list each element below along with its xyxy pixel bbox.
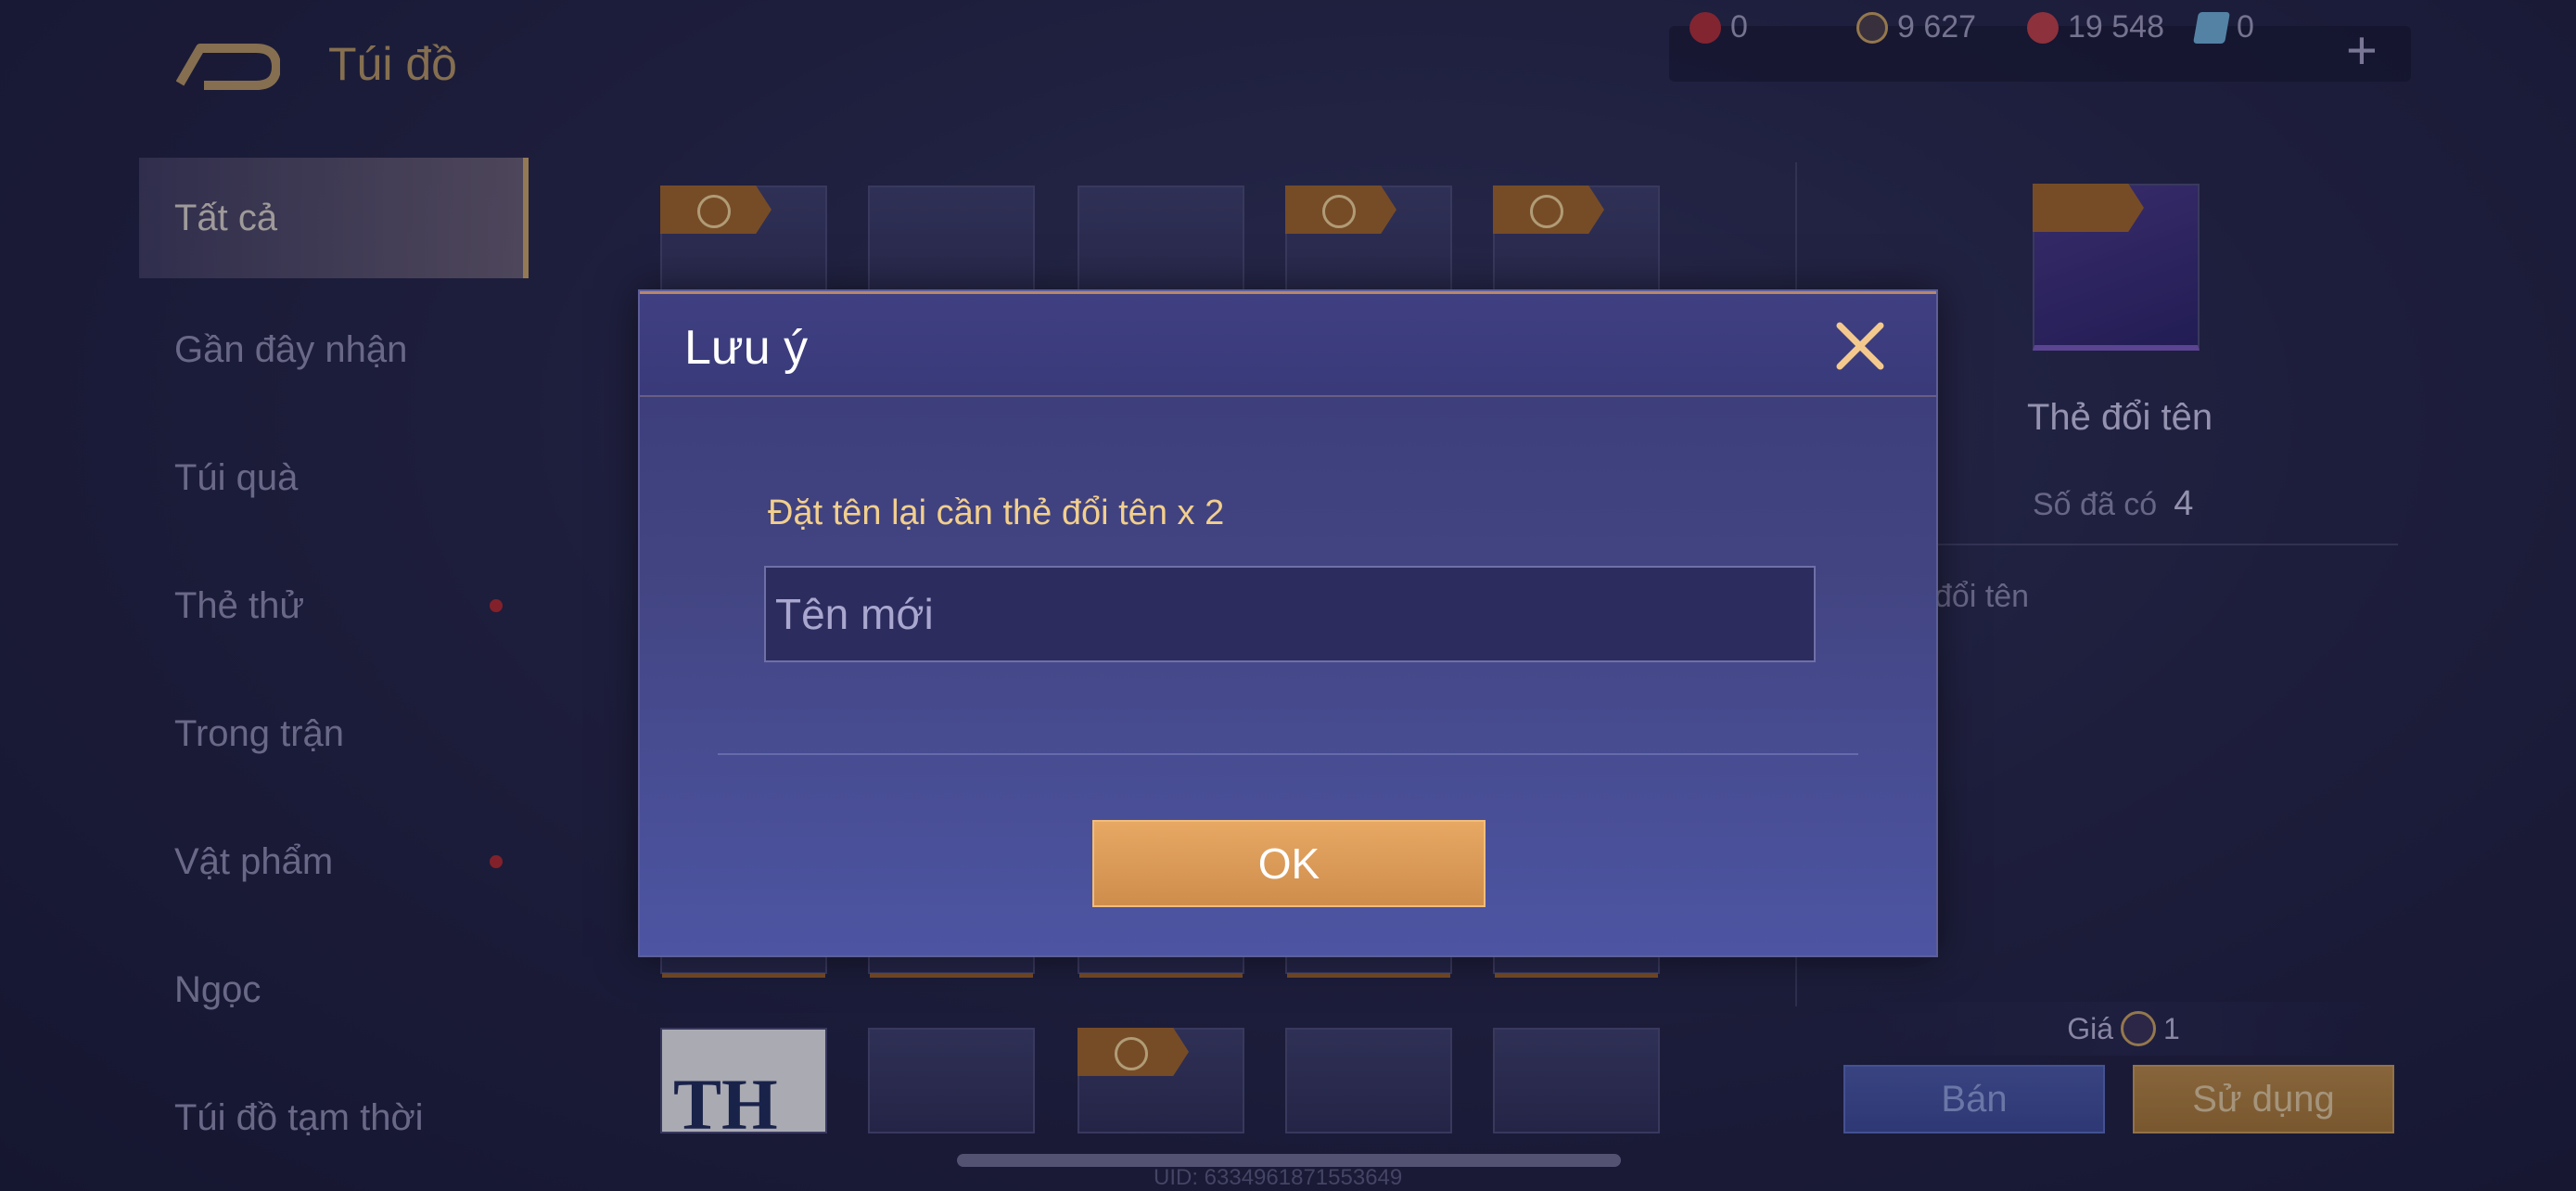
ok-button[interactable]: OK	[1092, 820, 1486, 907]
rename-cost-hint: Đặt tên lại cần thẻ đổi tên x 2	[768, 493, 1225, 532]
rename-dialog: Lưu ý Đặt tên lại cần thẻ đổi tên x 2 OK	[638, 289, 1938, 957]
dialog-divider	[718, 753, 1858, 755]
dialog-header: Lưu ý	[640, 291, 1936, 397]
close-icon[interactable]	[1832, 318, 1888, 374]
dialog-title: Lưu ý	[684, 321, 809, 375]
new-name-input[interactable]	[764, 566, 1816, 662]
